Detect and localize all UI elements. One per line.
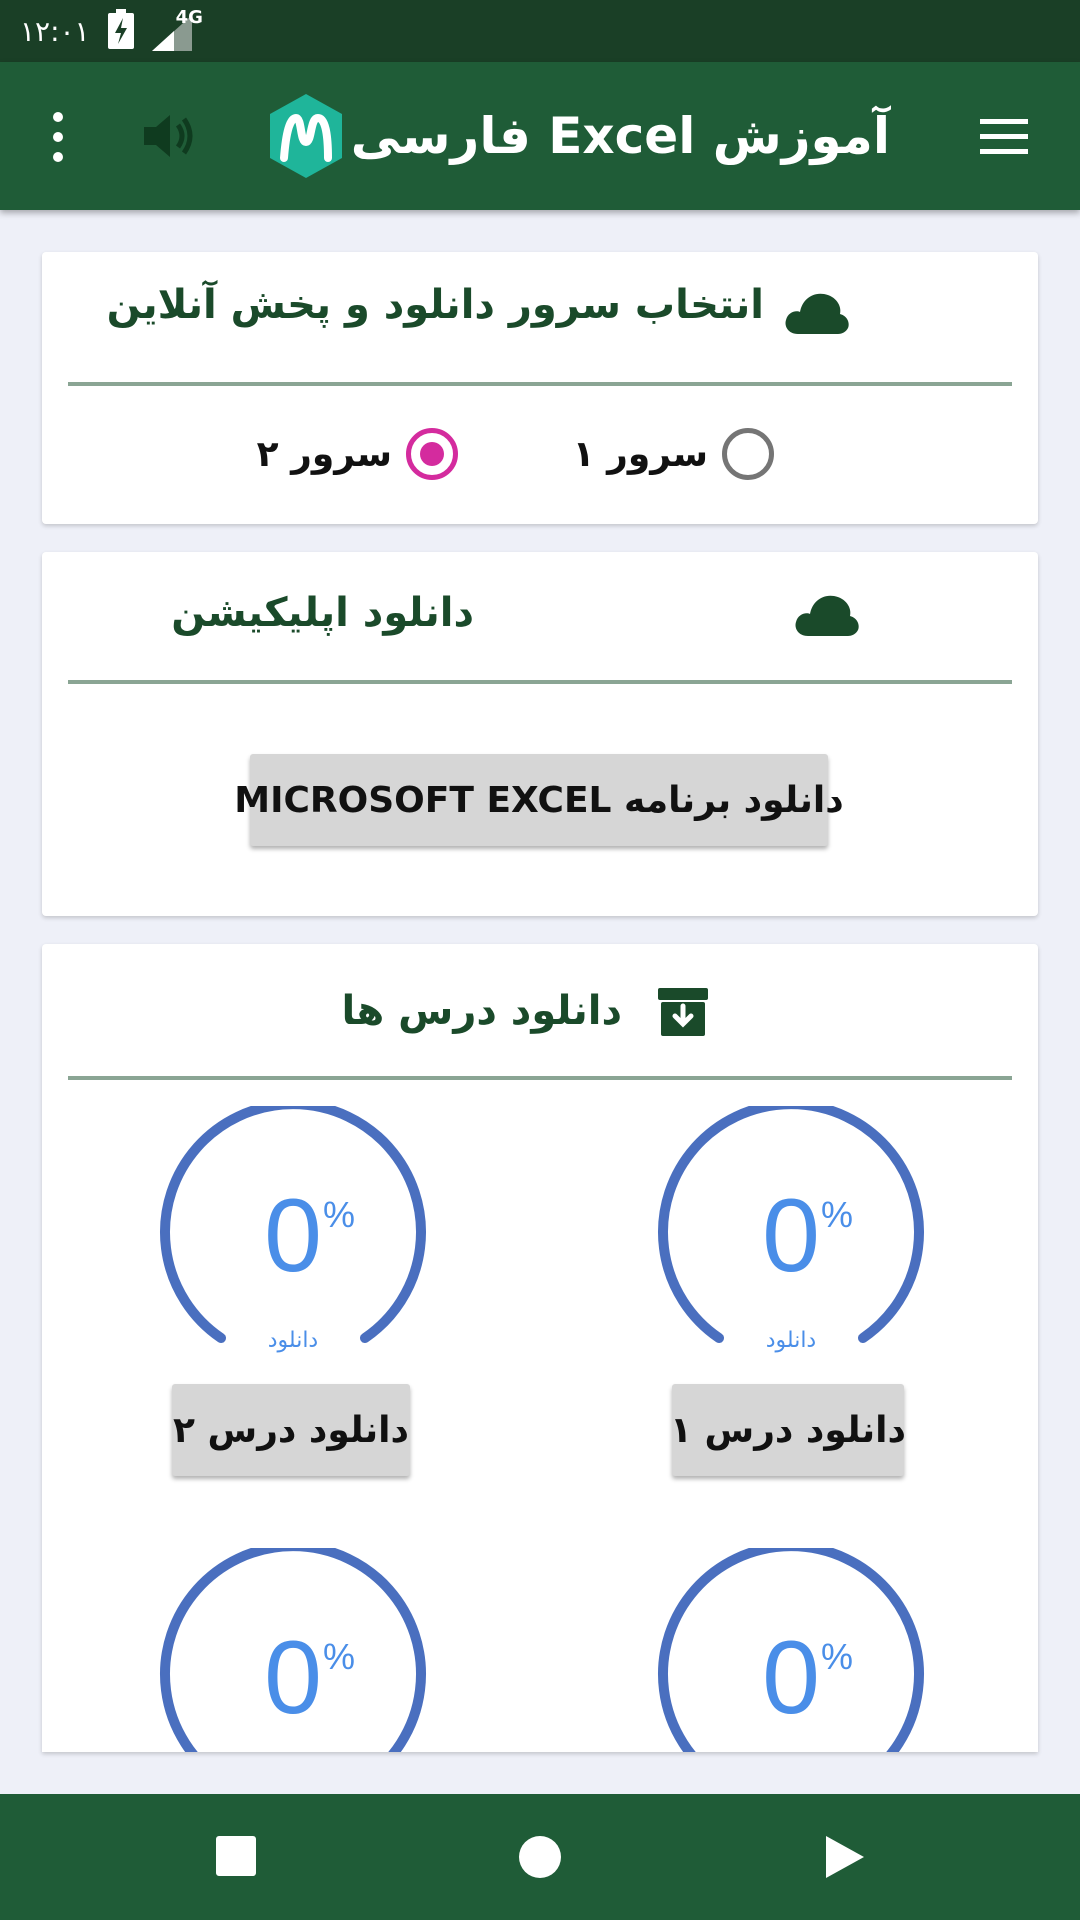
progress-value: 0: [762, 1178, 820, 1294]
app-download-card: دانلود اپلیکیشن دانلود برنامه MICROSOFT …: [42, 552, 1038, 916]
status-time: ۱۲:۰۱: [20, 14, 90, 48]
progress-gauge: 0 % دانلود: [656, 1106, 926, 1376]
progress-caption: دانلود: [267, 1328, 319, 1353]
more-options-icon[interactable]: [38, 107, 78, 167]
app-logo-icon[interactable]: [266, 92, 346, 180]
radio-server-2[interactable]: سرور ۲: [257, 428, 458, 480]
recents-square-icon[interactable]: [212, 1832, 262, 1882]
divider: [68, 1076, 1012, 1080]
hamburger-menu-icon[interactable]: [974, 107, 1034, 167]
radio-button-unchecked[interactable]: [722, 428, 774, 480]
download-lesson-1-button[interactable]: دانلود درس ۱: [670, 1384, 906, 1476]
speaker-icon[interactable]: [140, 107, 198, 165]
app-title: آموزش Excel فارسی: [350, 107, 890, 165]
network-type: 4G: [175, 7, 203, 28]
radio-label-server-2: سرور ۲: [256, 433, 392, 475]
app-bar: آموزش Excel فارسی: [0, 62, 1080, 210]
server-card-title: انتخاب سرور دانلود و پخش آنلاین: [106, 282, 764, 328]
progress-value: 0: [762, 1620, 820, 1736]
download-excel-button[interactable]: دانلود برنامه MICROSOFT EXCEL: [234, 754, 844, 846]
radio-server-1[interactable]: سرور ۱: [573, 428, 774, 480]
radio-button-checked[interactable]: [406, 428, 458, 480]
lessons-download-card: دانلود درس ها 0 % دانلود دانلود درس ۱ 0 …: [42, 944, 1038, 1752]
progress-gauge: 0 % دانلود: [158, 1106, 428, 1376]
battery-charging-icon: [107, 9, 134, 53]
system-navigation-bar: [0, 1794, 1080, 1920]
home-circle-icon[interactable]: [515, 1832, 565, 1882]
progress-value: 0: [264, 1620, 322, 1736]
divider: [68, 382, 1012, 386]
signal-icon: 4G: [151, 7, 203, 51]
progress-gauge: 0 %: [158, 1548, 428, 1752]
back-triangle-icon[interactable]: [820, 1832, 870, 1882]
percent-sign: %: [323, 1636, 356, 1677]
archive-download-icon: [658, 988, 708, 1042]
radio-label-server-1: سرور ۱: [572, 433, 708, 475]
progress-gauge: 0 %: [656, 1548, 926, 1752]
download-lesson-2-button[interactable]: دانلود درس ۲: [172, 1384, 410, 1476]
percent-sign: %: [821, 1194, 854, 1235]
divider: [68, 680, 1012, 684]
progress-value: 0: [264, 1178, 322, 1294]
status-bar: ۱۲:۰۱ 4G: [0, 0, 1080, 62]
server-selection-card: انتخاب سرور دانلود و پخش آنلاین سرور ۱ س…: [42, 252, 1038, 524]
percent-sign: %: [323, 1194, 356, 1235]
percent-sign: %: [821, 1636, 854, 1677]
cloud-icon: [784, 290, 850, 338]
lessons-card-title: دانلود درس ها: [341, 988, 622, 1034]
app-card-title: دانلود اپلیکیشن: [171, 590, 474, 636]
cloud-icon: [794, 592, 860, 640]
progress-caption: دانلود: [765, 1328, 817, 1353]
